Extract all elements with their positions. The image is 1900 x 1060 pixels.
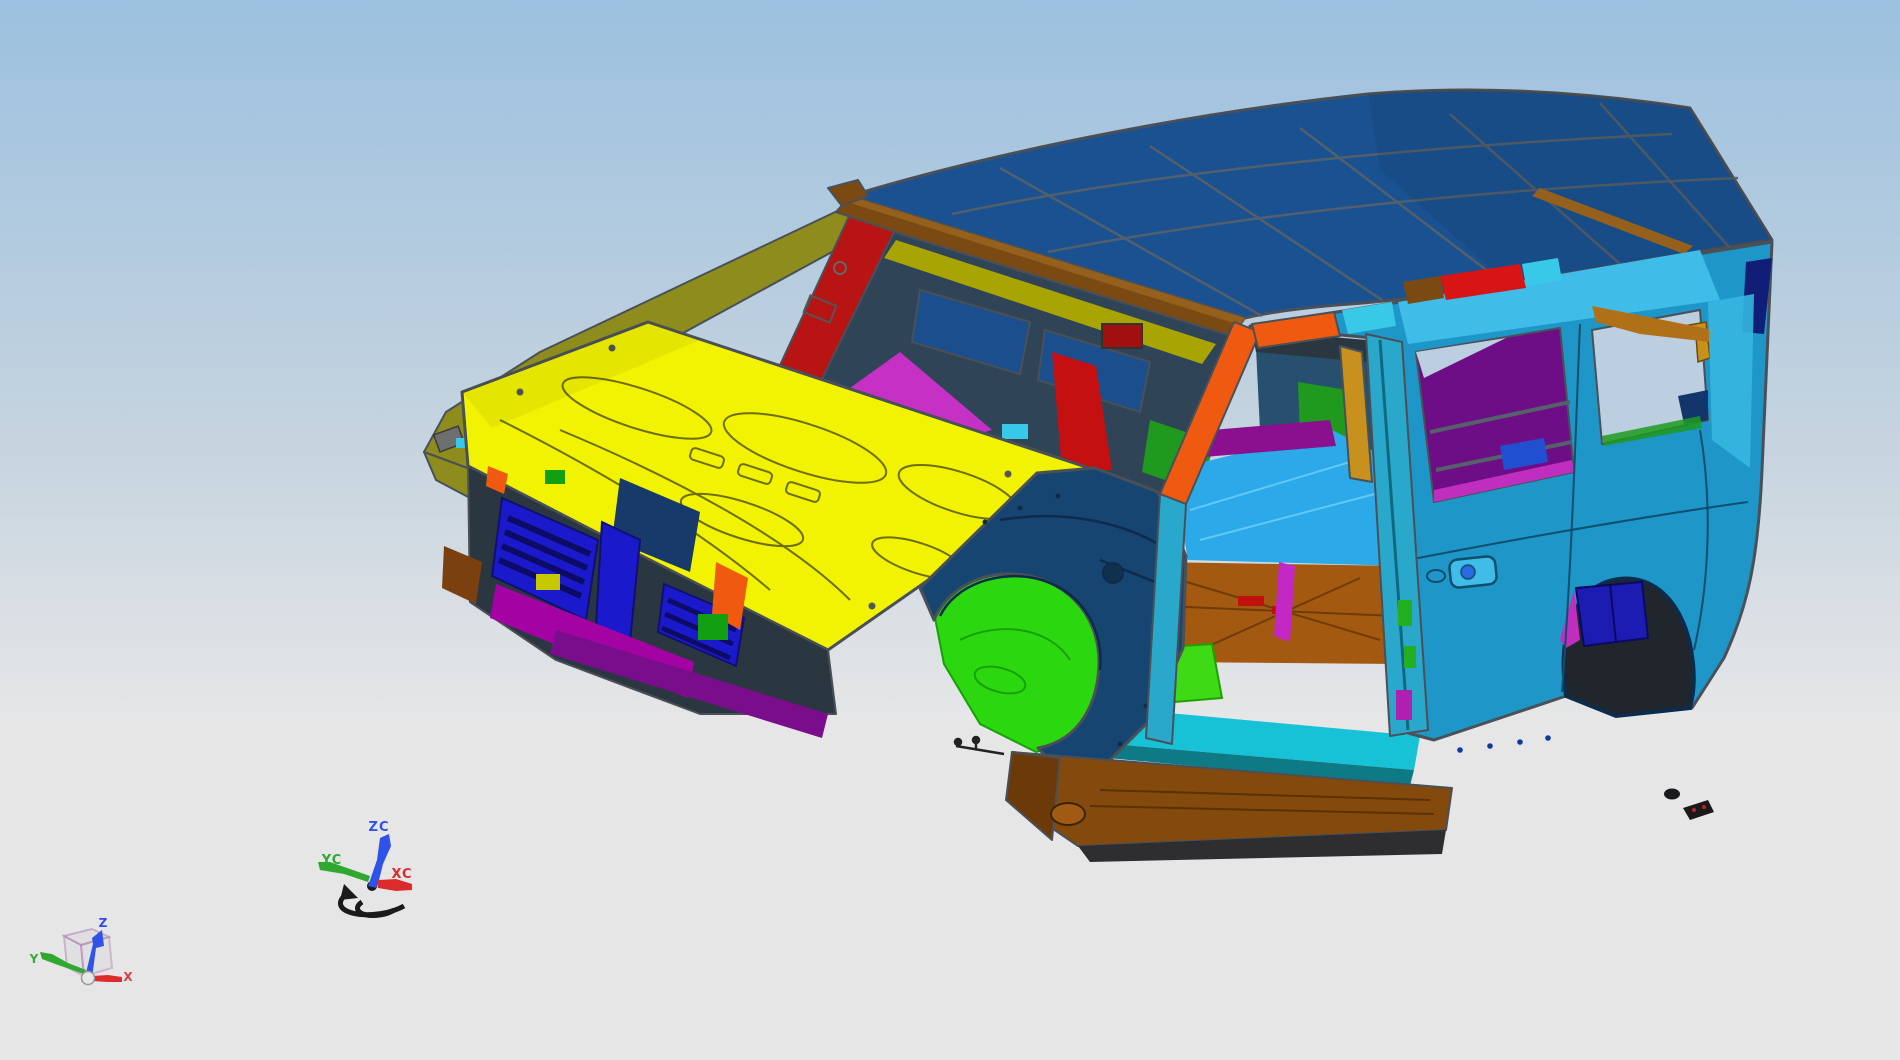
viewport-canvas[interactable]: ZC YC XC Z Y X [0, 0, 1900, 1060]
rear-door-window[interactable] [1415, 327, 1575, 503]
wcs-rotate-arrowhead[interactable] [340, 884, 358, 900]
small-bracket-pins [953, 735, 1005, 756]
weld-dots [1457, 735, 1551, 753]
triad-origin-sphere[interactable] [80, 970, 96, 986]
cad-graphics-window[interactable]: ZC YC XC Z Y X [0, 0, 1900, 1060]
view-z-label: Z [99, 916, 108, 930]
view-orientation-triad[interactable]: Z Y X [29, 916, 134, 986]
view-x-label: X [123, 970, 133, 984]
rear-wheelhouse[interactable] [1574, 580, 1650, 648]
loose-parts[interactable] [1664, 788, 1714, 821]
wcs-triad[interactable]: ZC YC XC [318, 820, 413, 919]
view-y-label: Y [29, 952, 39, 966]
wcs-xc-label: XC [391, 867, 412, 882]
wcs-zc-label: ZC [369, 820, 390, 835]
wcs-yc-label: YC [321, 853, 343, 868]
view-x-axis-arrow[interactable] [92, 975, 122, 982]
